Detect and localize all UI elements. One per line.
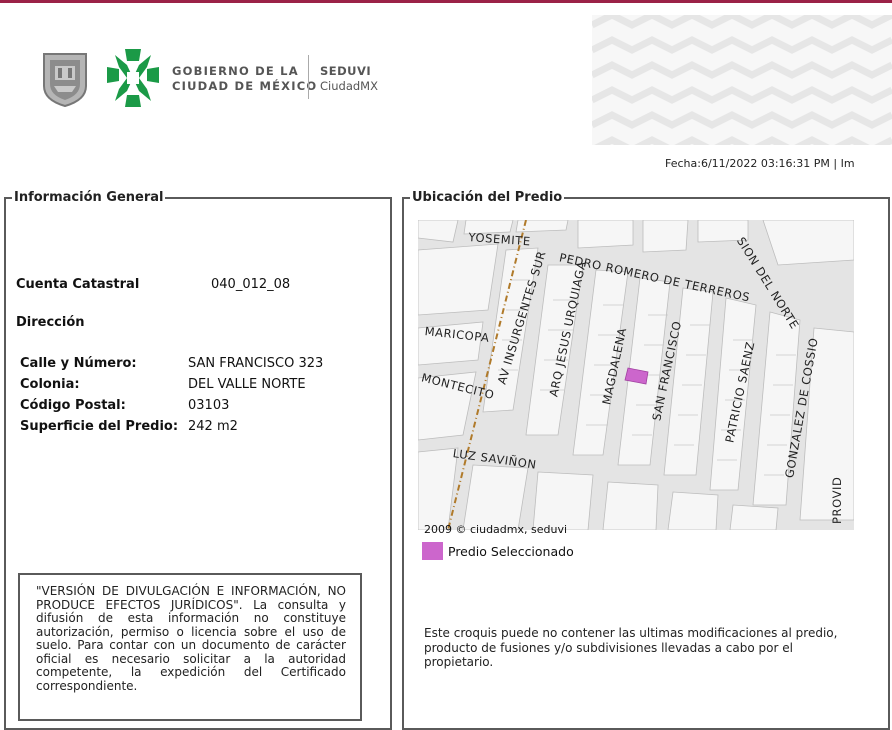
decorative-pattern [592, 15, 892, 145]
cdmx-coat-of-arms-icon [43, 53, 87, 108]
gov-line-1: GOBIERNO DE LA [172, 64, 299, 78]
government-name: GOBIERNO DE LA CIUDAD DE MÉXICO [172, 64, 317, 94]
agency-name: SEDUVI CiudadMX [320, 64, 378, 94]
date-stamp: Fecha:6/11/2022 03:16:31 PM | Im [665, 157, 855, 170]
calle-value: SAN FRANCISCO 323 [188, 356, 324, 371]
superficie-label: Superficie del Predio: [20, 419, 179, 434]
direccion-label: Dirección [16, 315, 85, 330]
agency-title: SEDUVI [320, 64, 372, 78]
ubicacion-panel: Ubicación del Predio YOSEMITE PEDRO ROME… [402, 190, 890, 730]
codigo-postal-label: Código Postal: [20, 398, 126, 413]
ubicacion-title: Ubicación del Predio [412, 190, 563, 205]
colonia-value: DEL VALLE NORTE [188, 377, 306, 392]
disclaimer-box: "VERSIÓN DE DIVULGACIÓN E INFORMACIÓN, N… [18, 573, 362, 721]
colonia-label: Colonia: [20, 377, 80, 392]
croquis-note: Este croquis puede no contener las ultim… [424, 626, 838, 669]
location-map[interactable]: YOSEMITE PEDRO ROMERO DE TERREROS SION D… [418, 220, 854, 530]
legend-swatch [422, 542, 443, 560]
gov-line-2: CIUDAD DE MÉXICO [172, 79, 318, 93]
map-label-provi: PROVID [830, 476, 844, 525]
disclaimer-text: "VERSIÓN DE DIVULGACIÓN E INFORMACIÓN, N… [36, 584, 346, 693]
agency-subtitle: CiudadMX [320, 79, 378, 93]
map-copyright: 2009 © ciudadmx, seduvi [424, 523, 568, 536]
cdmx-logo-icon [107, 49, 159, 107]
page-header: GOBIERNO DE LA CIUDAD DE MÉXICO SEDUVI C… [0, 3, 892, 153]
cuenta-catastral-label: Cuenta Catastral [16, 277, 140, 292]
legend-label: Predio Seleccionado [448, 544, 574, 559]
codigo-postal-value: 03103 [188, 398, 230, 413]
superficie-value: 242 m2 [188, 419, 238, 434]
info-general-title: Información General [14, 190, 164, 205]
header-divider [308, 55, 309, 99]
cuenta-catastral-value: 040_012_08 [211, 277, 291, 292]
calle-label: Calle y Número: [20, 356, 137, 371]
info-general-panel: Información General Cuenta Catastral 040… [4, 190, 392, 730]
